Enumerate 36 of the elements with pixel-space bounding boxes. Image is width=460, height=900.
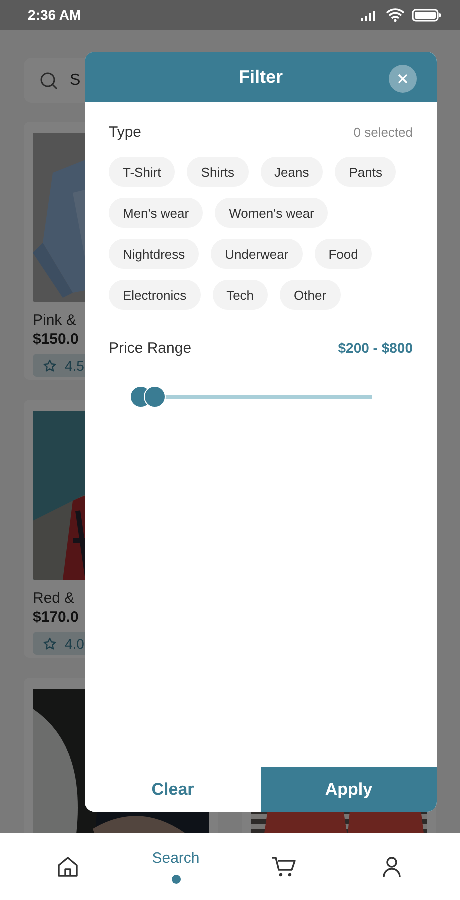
section-label: Price Range [109,340,192,357]
active-dot [172,874,180,884]
type-chip[interactable]: Food [314,239,372,269]
type-chip[interactable]: Tech [212,280,268,310]
close-button[interactable] [389,65,417,93]
star-icon [43,358,57,372]
profile-icon[interactable] [382,856,402,878]
star-icon [43,636,57,650]
type-chip[interactable]: Men's wear [109,198,204,228]
close-icon [398,74,408,84]
wifi-icon [386,8,405,22]
type-chip[interactable]: Electronics [109,280,201,310]
nav-tab[interactable]: Search [152,850,200,866]
type-chip[interactable]: Women's wear [215,198,328,228]
type-chip[interactable]: Shirts [187,157,249,187]
product-name: Pink & [33,312,76,329]
type-chip[interactable]: Pants [335,157,396,187]
selection-count: 0 selected [354,125,413,140]
modal-title: Filter [238,66,283,88]
cart-icon[interactable] [271,856,297,878]
type-chip[interactable]: Jeans [260,157,324,187]
type-chip[interactable]: Nightdress [109,239,200,269]
type-chip[interactable]: T-Shirt [109,157,176,187]
type-chip[interactable]: Underwear [211,239,303,269]
battery-icon [412,8,442,22]
home-icon[interactable] [57,856,79,878]
slider-thumb[interactable] [144,386,166,408]
product-price: $150.0 [33,331,79,348]
price-range-value: $200 - $800 [338,340,413,356]
section-label: Type [109,124,142,141]
search-icon [40,72,58,90]
type-chip[interactable]: Other [280,280,341,310]
apply-button[interactable]: Apply [261,767,437,812]
product-name: Red & [33,590,75,607]
clock-time: 2:36 AM [28,7,82,23]
product-price: $170.0 [33,609,79,626]
